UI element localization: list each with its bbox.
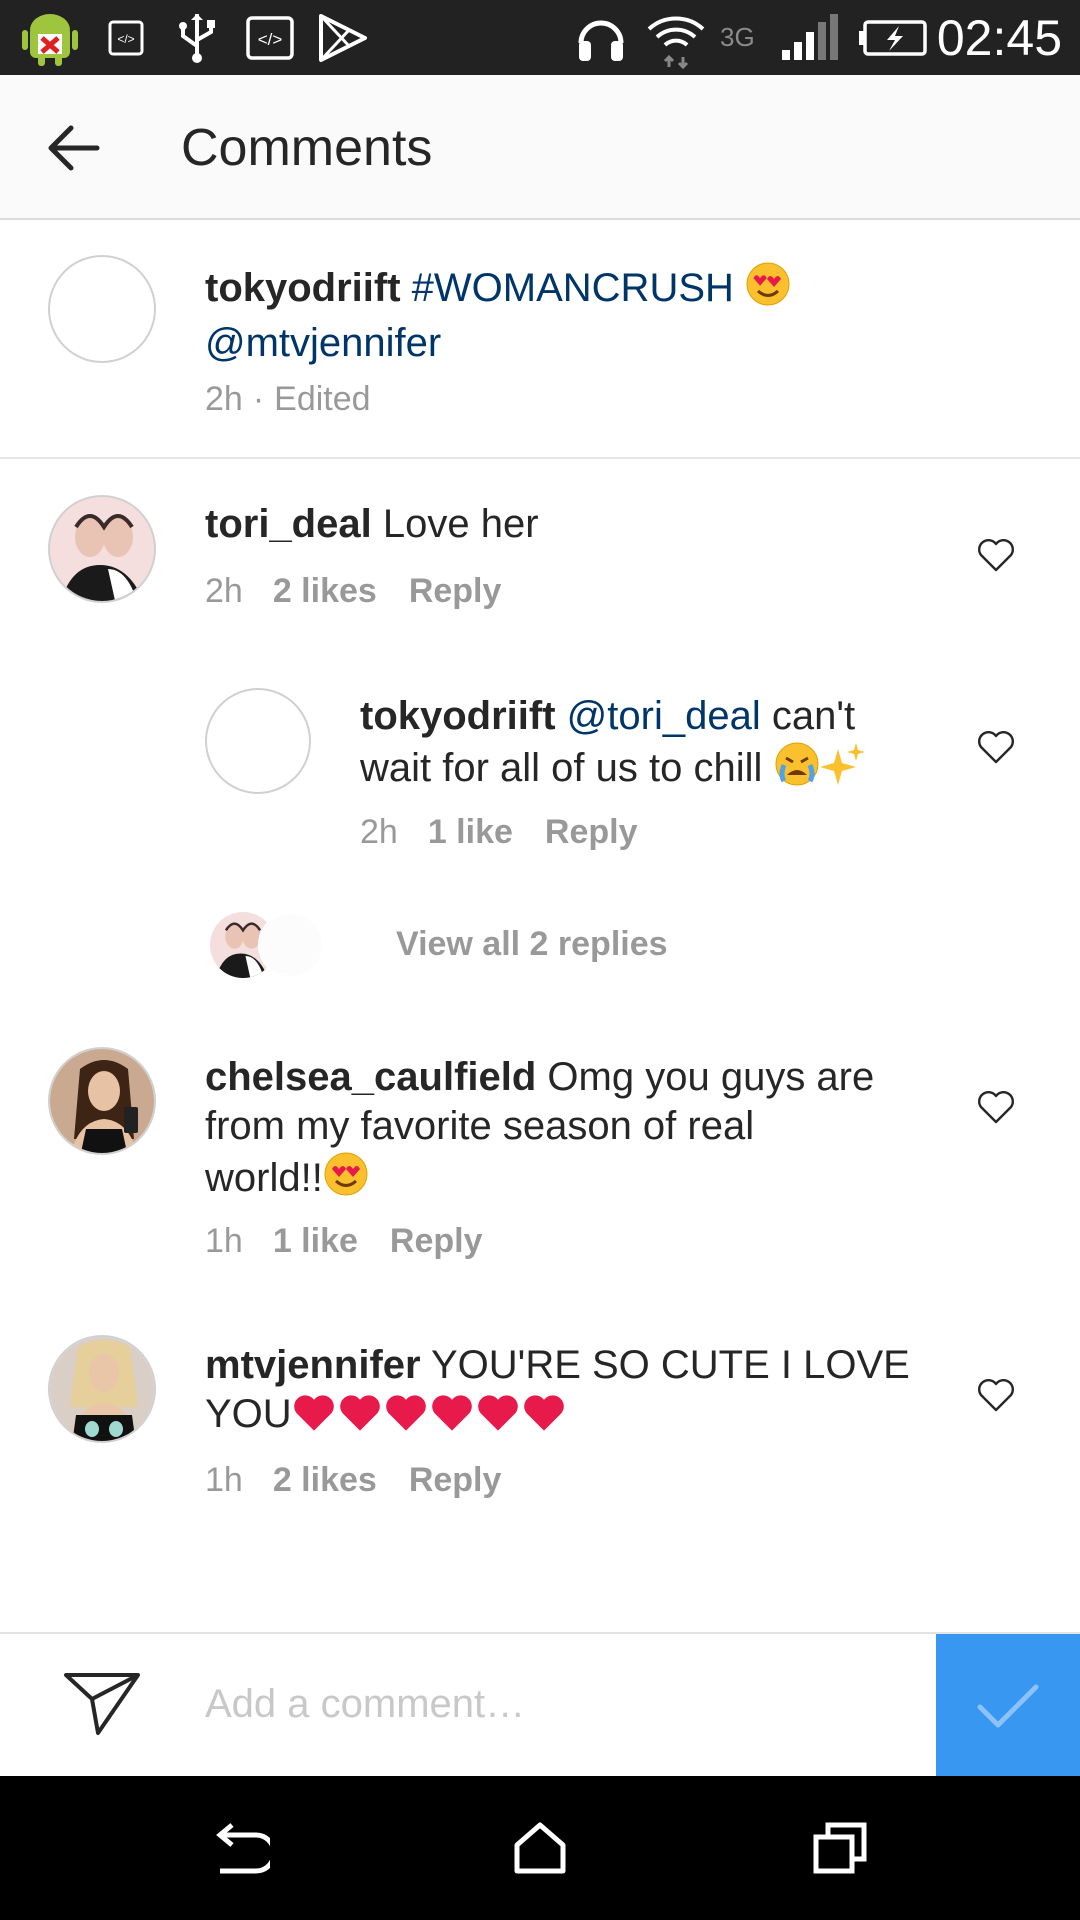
like-heart-icon[interactable] — [976, 729, 1016, 765]
hashtag-link[interactable]: #WOMANCRUSH — [412, 266, 734, 310]
meta-separator: · — [252, 380, 265, 418]
comment-username[interactable]: chelsea_caulfield — [205, 1055, 536, 1099]
reply-button[interactable]: Reply — [409, 1461, 502, 1500]
avatar-image — [50, 497, 154, 601]
home-icon — [514, 1822, 566, 1874]
play-store-icon — [317, 0, 369, 75]
red-heart-emoji — [477, 1395, 518, 1431]
red-heart-emoji — [431, 1395, 472, 1431]
checkmark-icon — [977, 1684, 1039, 1728]
red-heart-emoji — [293, 1395, 334, 1431]
comment-body-line2: YOU — [205, 1392, 292, 1436]
avatar-image — [50, 1337, 154, 1441]
status-bar: </> </> 3G 02:45 — [0, 0, 1080, 75]
comment-time: 2h — [360, 813, 398, 851]
code-icon: </> — [108, 0, 144, 75]
clock: 02:45 — [936, 9, 1062, 66]
code-box-icon: </> — [246, 0, 294, 75]
caption-username[interactable]: tokyodriift — [205, 266, 401, 310]
wifi-icon — [645, 0, 707, 75]
comment-username[interactable]: tori_deal — [205, 502, 372, 546]
comment-likes[interactable]: 2 likes — [273, 1461, 377, 1500]
comment-body-line2: from my favorite season of real — [205, 1104, 755, 1148]
comment-time: 1h — [205, 1222, 243, 1260]
caption-text: tokyodriift #WOMANCRUSH @mtvjennifer — [205, 261, 1005, 368]
avatar[interactable] — [48, 1335, 156, 1443]
comment-username[interactable]: tokyodriift — [360, 694, 556, 738]
comment-body-line3: world!! — [205, 1156, 323, 1200]
comment-text: mtvjennifer YOU'RE SO CUTE I LOVE YOU — [205, 1341, 965, 1439]
comment-meta: 1h 1 like Reply — [205, 1222, 483, 1261]
reply-button[interactable]: Reply — [545, 813, 638, 852]
comment-meta: 2h 2 likes Reply — [205, 572, 501, 611]
divider — [0, 457, 1080, 459]
like-heart-icon[interactable] — [976, 1089, 1016, 1125]
usb-icon — [175, 0, 219, 75]
page-title: Comments — [181, 118, 433, 177]
headset-icon — [575, 0, 627, 75]
comment-username[interactable]: mtvjennifer — [205, 1343, 421, 1387]
comment-body-line1: can't — [771, 694, 856, 738]
nav-home-button[interactable] — [500, 1808, 580, 1888]
arrow-left-icon — [48, 125, 99, 170]
system-nav-bar — [0, 1776, 1080, 1920]
caption-time: 2h — [205, 380, 243, 418]
red-heart-emoji — [523, 1395, 564, 1431]
battery-charging-icon — [857, 0, 927, 75]
mention-link[interactable]: @mtvjennifer — [205, 321, 441, 365]
mention-link[interactable]: @tori_deal — [567, 694, 761, 738]
comment-text: tori_deal Love her — [205, 500, 965, 549]
avatar[interactable] — [48, 495, 156, 603]
sparkles-emoji — [819, 741, 866, 799]
direct-send-icon[interactable] — [62, 1669, 142, 1739]
back-button[interactable] — [30, 110, 115, 185]
comment-body: Love her — [382, 502, 539, 546]
post-button[interactable] — [936, 1634, 1080, 1778]
nav-back-button[interactable] — [200, 1808, 280, 1888]
comment-likes[interactable]: 1 like — [273, 1222, 358, 1261]
nav-recents-button[interactable] — [800, 1808, 880, 1888]
avatar-image — [50, 1049, 154, 1153]
caption-meta: 2h · Edited — [205, 380, 371, 419]
comment-body-line1: YOU'RE SO CUTE I LOVE — [431, 1343, 910, 1387]
comment-input[interactable] — [205, 1664, 905, 1744]
red-heart-emoji — [339, 1395, 380, 1431]
back-icon — [216, 1823, 270, 1874]
avatar[interactable] — [48, 255, 156, 363]
heart-eyes-emoji — [323, 1151, 369, 1209]
red-heart-emoji — [385, 1395, 426, 1431]
comment-likes[interactable]: 2 likes — [273, 572, 377, 611]
comment-time: 2h — [205, 572, 243, 610]
comment-composer — [0, 1632, 1080, 1778]
comment-meta: 1h 2 likes Reply — [205, 1461, 501, 1500]
like-heart-icon[interactable] — [976, 537, 1016, 573]
svg-text:</>: </> — [258, 30, 283, 49]
view-replies-link[interactable]: View all 2 replies — [396, 925, 668, 964]
comments-header: Comments — [0, 75, 1080, 220]
android-debug-icon — [22, 0, 78, 75]
comment-time: 1h — [205, 1461, 243, 1499]
comment-body-line1: Omg you guys are — [547, 1055, 875, 1099]
edited-label: Edited — [274, 380, 371, 418]
recents-icon — [813, 1822, 867, 1874]
comment-text: tokyodriift @tori_deal can't wait for al… — [360, 692, 950, 799]
svg-text:</>: </> — [117, 32, 134, 46]
like-heart-icon[interactable] — [976, 1377, 1016, 1413]
reply-avatar — [258, 912, 324, 978]
comment-text: chelsea_caulfield Omg you guys are from … — [205, 1053, 965, 1209]
reply-button[interactable]: Reply — [390, 1222, 483, 1261]
avatar[interactable] — [48, 1047, 156, 1155]
comment-body-line2: wait for all of us to chill — [360, 746, 763, 790]
comment-likes[interactable]: 1 like — [428, 813, 513, 852]
avatar[interactable] — [205, 688, 311, 794]
reply-button[interactable]: Reply — [409, 572, 502, 611]
comment-meta: 2h 1 like Reply — [360, 813, 638, 852]
signal-icon — [780, 0, 840, 75]
crying-emoji — [774, 741, 820, 799]
red-hearts — [292, 1392, 568, 1436]
heart-eyes-emoji — [745, 261, 791, 319]
network-type-label: 3G — [720, 22, 755, 52]
